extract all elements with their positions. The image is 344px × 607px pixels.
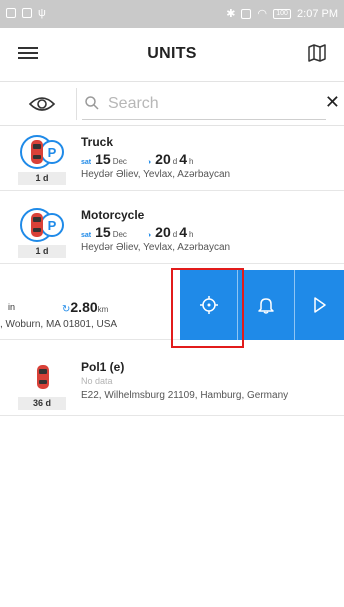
age-badge: 36 d (18, 397, 66, 410)
usb-icon: ψ (38, 7, 46, 19)
bluetooth-icon: ✱ (226, 8, 236, 20)
speed-value: ↻2.80km (62, 299, 109, 315)
status-right-icons: ✱ ◠ 100 2:07 PM (226, 7, 338, 21)
battery-icon: 100 (273, 8, 292, 19)
satellite-icon: sat (81, 159, 92, 166)
clear-icon[interactable]: ✕ (325, 92, 340, 113)
search-underline (82, 119, 326, 120)
search-row: ✕ (0, 82, 344, 126)
search-icon (85, 96, 99, 110)
app-bar: UNITS (0, 28, 344, 82)
clock-icon: ◑ (146, 232, 152, 239)
unit-address: E22, Wilhelmsburg 21109, Hamburg, German… (81, 390, 289, 401)
unit-row-motorcycle[interactable]: P 1 d Motorcycle sat 15 Dec ◑ 20 d 4h Hey… (0, 200, 344, 264)
svg-text:P: P (48, 145, 57, 160)
age-badge: 1 d (18, 245, 66, 258)
unit-row-pol1[interactable]: 36 d Pol1 (e) No data E22, Wilhelmsburg … (0, 352, 344, 416)
satellites-unit: Dec (112, 230, 127, 239)
unit-stats: sat 15 Dec ◑ 20 d 4h (81, 224, 194, 240)
car-parked-icon: P (20, 208, 64, 242)
duration-hours: 4 (179, 151, 187, 167)
page-title: UNITS (147, 45, 197, 62)
satellites-value: 15 (95, 224, 111, 240)
unit-status: No data (81, 376, 113, 386)
map-icon[interactable] (308, 44, 326, 62)
locate-button[interactable] (180, 270, 237, 340)
duration-hours: 4 (179, 224, 187, 240)
unit-name: Motorcycle (81, 208, 145, 222)
bell-icon (258, 298, 274, 314)
car-icon (37, 365, 49, 389)
unit-fragment-text: in (8, 302, 16, 312)
unit-address: , Woburn, MA 01801, USA (0, 319, 118, 330)
car-parked-icon: P (20, 135, 64, 169)
divider (76, 88, 77, 120)
satellite-icon: sat (81, 232, 92, 239)
unit-address: Heydər Əliev, Yevlax, Azərbaycan (81, 169, 231, 180)
notification-icon (6, 8, 16, 18)
clock-icon: ◑ (146, 159, 152, 166)
duration-days: 20 (155, 224, 171, 240)
unit-row-swiped[interactable]: in ↻2.80km , Woburn, MA 01801, USA (0, 270, 344, 340)
unit-address: Heydər Əliev, Yevlax, Azərbaycan (81, 242, 231, 253)
unit-name: Pol1 (e) (81, 360, 125, 374)
play-icon (313, 297, 326, 313)
eye-icon[interactable] (28, 94, 56, 114)
status-bar: ψ ✱ ◠ 100 2:07 PM (0, 0, 344, 28)
vibrate-icon (241, 8, 252, 19)
unit-stats: sat 15 Dec ◑ 20 d 4h (81, 151, 194, 167)
age-badge: 1 d (18, 172, 66, 185)
svg-text:P: P (48, 218, 57, 233)
locate-icon (199, 296, 218, 314)
clock: 2:07 PM (297, 7, 338, 20)
unit-name: Truck (81, 135, 114, 149)
screenshot-icon (22, 8, 32, 18)
satellites-unit: Dec (112, 157, 127, 166)
unit-row-truck[interactable]: P 1 d Truck sat 15 Dec ◑ 20 d 4h Heydər Ə… (0, 127, 344, 191)
satellites-value: 15 (95, 151, 111, 167)
wifi-icon: ◠ (257, 8, 268, 20)
status-left-icons: ψ (6, 7, 46, 19)
search-input[interactable] (108, 90, 308, 118)
commands-button[interactable] (294, 270, 344, 340)
duration-days: 20 (155, 151, 171, 167)
notifications-button[interactable] (237, 270, 294, 340)
